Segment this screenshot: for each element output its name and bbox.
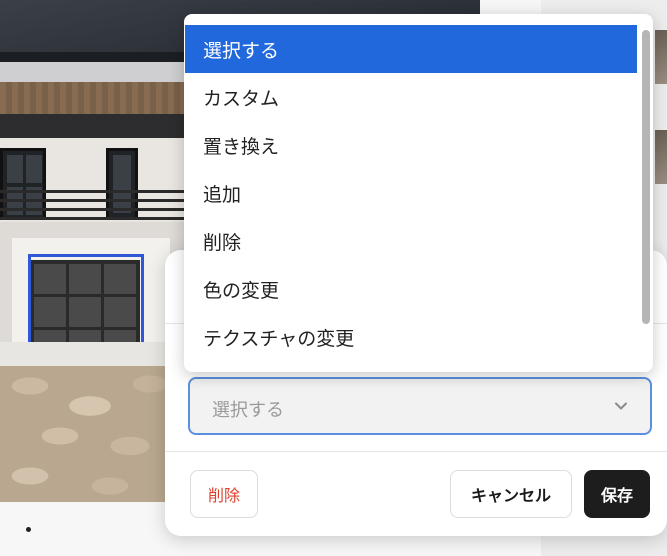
thumbnail-2[interactable] bbox=[655, 130, 667, 184]
option-add[interactable]: 追加 bbox=[185, 169, 637, 217]
option-delete[interactable]: 削除 bbox=[185, 217, 637, 265]
option-change-texture[interactable]: テクスチャの変更 bbox=[185, 313, 637, 361]
scrollbar-thumb[interactable] bbox=[642, 30, 650, 324]
option-select[interactable]: 選択する bbox=[185, 25, 637, 73]
thumbnail-1[interactable] bbox=[655, 30, 667, 84]
chevron-down-icon bbox=[615, 402, 627, 410]
cancel-button[interactable]: キャンセル bbox=[450, 470, 572, 518]
option-custom[interactable]: カスタム bbox=[185, 73, 637, 121]
delete-button[interactable]: 削除 bbox=[190, 470, 258, 518]
option-replace[interactable]: 置き換え bbox=[185, 121, 637, 169]
select-value: 選択する bbox=[212, 400, 284, 421]
divider-bottom bbox=[165, 451, 667, 452]
action-select[interactable]: 選択する bbox=[188, 377, 652, 435]
action-dropdown: 選択する カスタム 置き換え 追加 削除 色の変更 テクスチャの変更 bbox=[184, 14, 653, 372]
planter-wall bbox=[0, 342, 180, 366]
option-change-color[interactable]: 色の変更 bbox=[185, 265, 637, 313]
bullet-dot bbox=[26, 527, 31, 532]
save-button[interactable]: 保存 bbox=[584, 470, 650, 518]
